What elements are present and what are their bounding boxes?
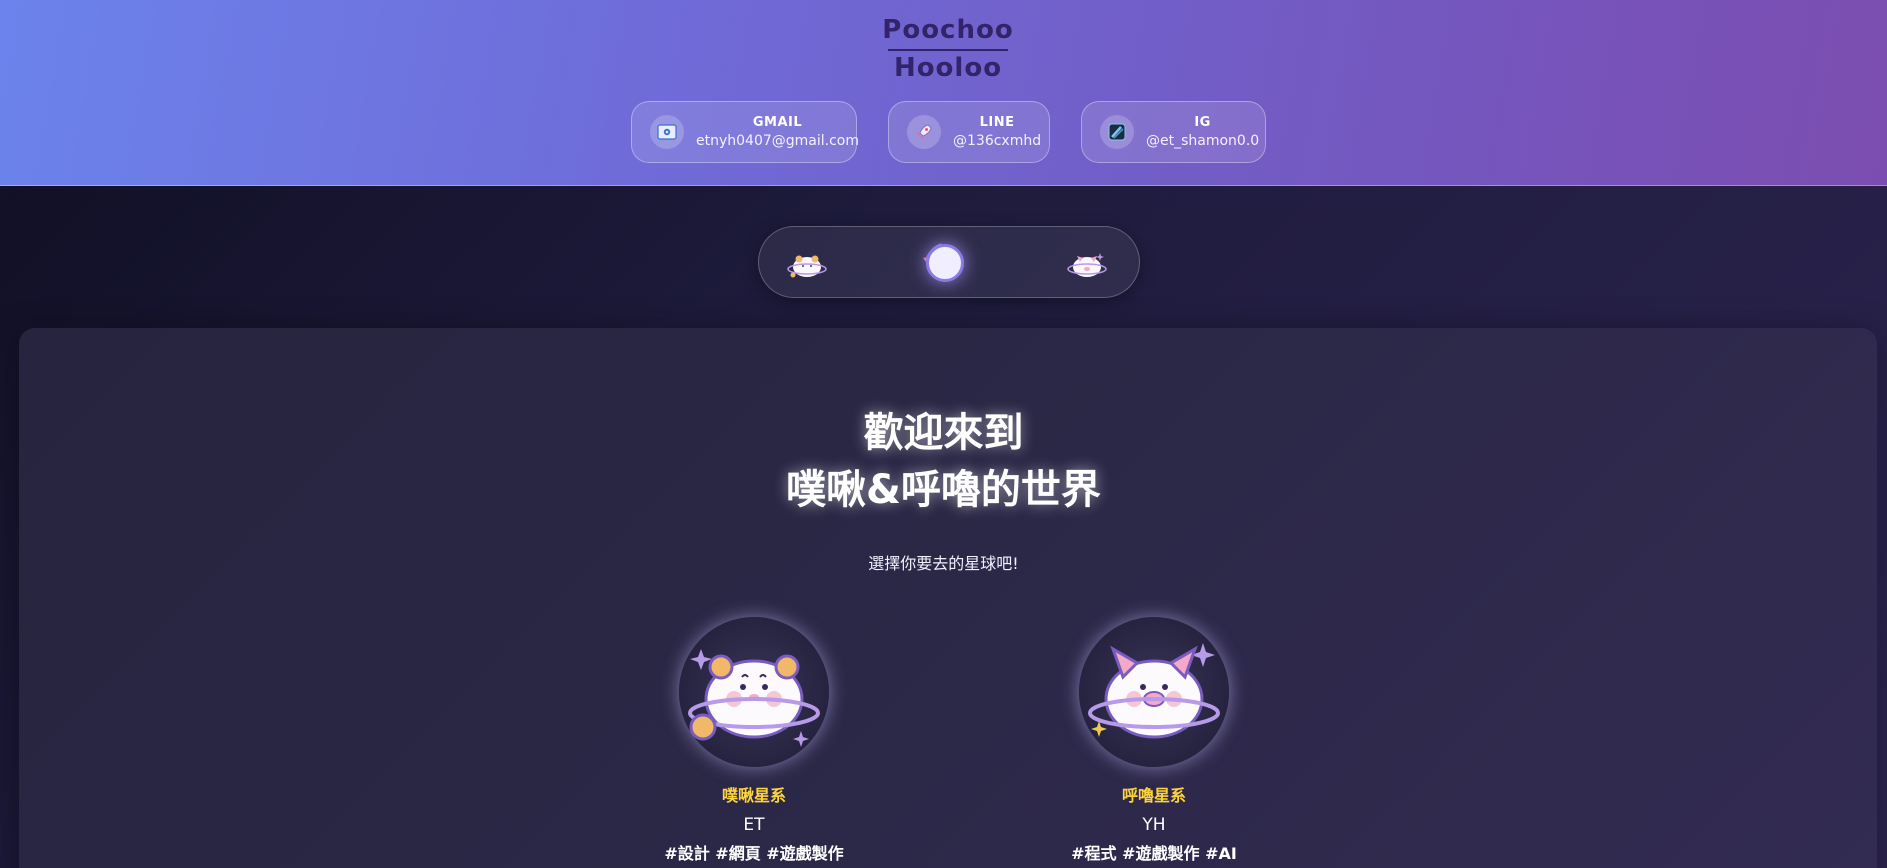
instagram-icon bbox=[1100, 115, 1134, 149]
planet-tags-hulu: #程式 #遊戲製作 #AI bbox=[1071, 844, 1237, 863]
hamster-planet-button[interactable] bbox=[679, 617, 829, 767]
page-title-line-2: 噗啾&呼嚕的世界 bbox=[786, 467, 1101, 513]
active-selector-indicator[interactable] bbox=[926, 244, 964, 282]
contact-ig[interactable]: IG @et_shamon0.0 bbox=[1081, 101, 1266, 163]
contact-gmail[interactable]: GMAIL etnyh0407@gmail.com bbox=[631, 101, 859, 163]
hamster-planet-icon[interactable] bbox=[787, 243, 827, 283]
contact-line-value: @136cxmhd bbox=[953, 133, 1042, 149]
poochoo-hooloo-logo[interactable]: Poochoo Hooloo bbox=[882, 16, 1012, 83]
logo-line-2: Hooloo bbox=[893, 53, 1003, 83]
site-header: Poochoo Hooloo GMAIL etnyh0407@gmail.com bbox=[0, 0, 1887, 186]
contact-line[interactable]: LINE @136cxmhd bbox=[888, 101, 1050, 163]
planet-tags-pujiu: #設計 #網頁 #遊戲製作 bbox=[664, 844, 844, 863]
planet-owner-et: ET bbox=[743, 815, 765, 835]
logo-line-1: Poochoo bbox=[882, 15, 1014, 45]
planet-owner-yh: YH bbox=[1142, 815, 1166, 835]
mail-icon bbox=[650, 115, 684, 149]
pig-planet-icon bbox=[1088, 643, 1220, 739]
contact-ig-value: @et_shamon0.0 bbox=[1146, 133, 1260, 149]
pig-planet-button[interactable] bbox=[1079, 617, 1229, 767]
contact-line-label: LINE bbox=[979, 115, 1015, 130]
planet-selector bbox=[758, 226, 1140, 298]
contact-list: GMAIL etnyh0407@gmail.com LINE @136cxmhd bbox=[0, 101, 1887, 163]
contact-gmail-label: GMAIL bbox=[752, 115, 803, 130]
hamster-planet-icon bbox=[688, 649, 820, 747]
logo-divider bbox=[888, 46, 1008, 52]
planet-name-hulu: 呼嚕星系 bbox=[1121, 786, 1186, 805]
planet-name-pujiu: 噗啾星系 bbox=[721, 786, 786, 805]
contact-ig-label: IG bbox=[1194, 115, 1211, 130]
pig-planet-icon[interactable] bbox=[1067, 243, 1107, 283]
rocket-icon bbox=[907, 115, 941, 149]
page-subtitle: 選擇你要去的星球吧! bbox=[868, 554, 1019, 573]
page-title-line-1: 歡迎來到 bbox=[863, 410, 1024, 456]
contact-gmail-value: etnyh0407@gmail.com bbox=[696, 133, 859, 149]
